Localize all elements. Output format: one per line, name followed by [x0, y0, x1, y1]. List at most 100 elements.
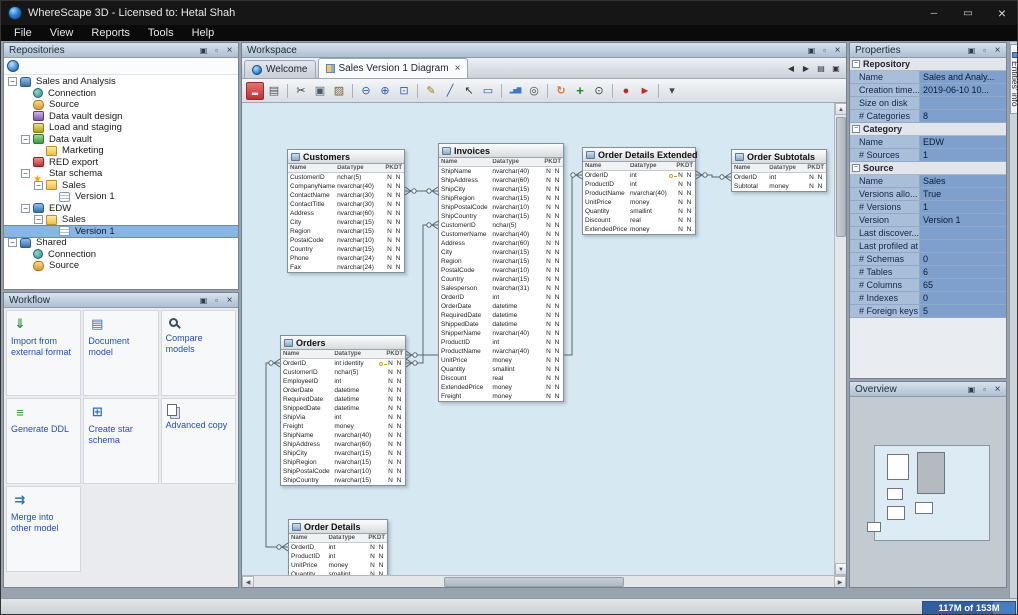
property-section-category[interactable]: Category	[850, 123, 1006, 136]
layout-grid-icon[interactable]	[829, 62, 843, 76]
horizontal-scroll-thumb[interactable]	[444, 577, 624, 587]
tree-expander-icon[interactable]	[8, 238, 17, 247]
tree-expander-icon[interactable]	[21, 204, 30, 213]
lens-icon[interactable]	[525, 82, 543, 100]
workflow-compare-models[interactable]: Compare models	[161, 310, 236, 396]
menu-tools[interactable]: Tools	[139, 25, 183, 41]
table-header[interactable]: Customers	[288, 150, 404, 164]
property-row[interactable]: # Categories8	[850, 110, 1006, 123]
property-row[interactable]: Versions allo...True	[850, 188, 1006, 201]
minimap-viewport[interactable]	[874, 445, 990, 541]
tree-item-edw[interactable]: EDW	[4, 203, 238, 215]
property-row[interactable]: NameEDW	[850, 136, 1006, 149]
memory-indicator[interactable]: 117M of 153M	[922, 601, 1016, 615]
table-header[interactable]: Order Details Extended	[583, 148, 695, 162]
dock-icon[interactable]	[198, 295, 209, 306]
collapse-icon[interactable]	[852, 164, 860, 172]
tree-item-sales[interactable]: Sales	[4, 214, 238, 226]
scroll-down-icon[interactable]: ▼	[835, 563, 846, 575]
entities-info-tab[interactable]: Entities' info	[1010, 44, 1018, 114]
panel-close-icon[interactable]	[832, 45, 843, 56]
scroll-right-icon[interactable]: ▶	[834, 576, 846, 587]
tab-welcome[interactable]: Welcome	[244, 60, 316, 78]
tree-expander-icon[interactable]	[34, 181, 43, 190]
zoom-out-icon[interactable]	[357, 82, 375, 100]
property-section-repository[interactable]: Repository	[850, 58, 1006, 71]
refresh-icon[interactable]	[7, 60, 19, 72]
overview-minimap[interactable]	[850, 397, 1006, 587]
table-header[interactable]: Invoices	[439, 144, 563, 158]
search-icon[interactable]	[590, 82, 608, 100]
line-icon[interactable]	[441, 82, 459, 100]
panel-close-icon[interactable]	[992, 45, 1003, 56]
record-icon[interactable]	[617, 82, 635, 100]
tree-item-connection[interactable]: Connection	[4, 249, 238, 261]
property-section-source[interactable]: Source	[850, 162, 1006, 175]
property-row[interactable]: Creation time...2019-06-10 10...	[850, 84, 1006, 97]
menu-file[interactable]: File	[5, 25, 41, 41]
horizontal-scrollbar[interactable]: ◀ ▶	[242, 575, 846, 587]
scroll-up-icon[interactable]: ▲	[835, 103, 846, 115]
frame-icon[interactable]	[479, 82, 497, 100]
collapse-icon[interactable]	[852, 125, 860, 133]
workflow-document-model[interactable]: Document model	[83, 310, 158, 396]
tree-item-marketing[interactable]: Marketing	[4, 145, 238, 157]
tree-item-source[interactable]: Source	[4, 260, 238, 272]
tree-item-red-export[interactable]: RED export	[4, 157, 238, 169]
tab-sales-version-1-diagram[interactable]: Sales Version 1 Diagram	[318, 58, 469, 78]
property-row[interactable]: # Indexes0	[850, 292, 1006, 305]
property-row[interactable]: VersionVersion 1	[850, 214, 1006, 227]
add-icon[interactable]	[571, 82, 589, 100]
panel-close-icon[interactable]	[224, 295, 235, 306]
property-row[interactable]: # Foreign keys5	[850, 305, 1006, 318]
workflow-generate-ddl[interactable]: Generate DDL	[6, 398, 81, 484]
float-icon[interactable]	[979, 45, 990, 56]
diagram-canvas[interactable]: CustomersNameDataTypePKDTCustomerIDnchar…	[242, 103, 834, 575]
nav-left-icon[interactable]	[784, 62, 798, 76]
property-row[interactable]: # Columns65	[850, 279, 1006, 292]
tab-close-icon[interactable]	[455, 63, 461, 74]
tree-expander-icon[interactable]	[21, 135, 30, 144]
diagram-table-order-subtotals[interactable]: Order SubtotalsNameDataTypePKDTOrderIDin…	[731, 149, 827, 192]
tree-item-star-schema[interactable]: Star schema	[4, 168, 238, 180]
workflow-merge-into-other-model[interactable]: Merge into other model	[6, 486, 81, 572]
table-header[interactable]: Order Details	[289, 520, 387, 534]
tree-item-source[interactable]: Source	[4, 99, 238, 111]
property-row[interactable]: # Versions1	[850, 201, 1006, 214]
property-row[interactable]: Last discover...	[850, 227, 1006, 240]
flag-icon[interactable]	[636, 82, 654, 100]
property-row[interactable]: NameSales	[850, 175, 1006, 188]
diagram-table-invoices[interactable]: InvoicesNameDataTypePKDTShipNamenvarchar…	[438, 143, 564, 402]
pencil-icon[interactable]	[422, 82, 440, 100]
property-row[interactable]: # Sources1	[850, 149, 1006, 162]
property-row[interactable]: # Schemas0	[850, 253, 1006, 266]
property-row[interactable]: Last profiled at	[850, 240, 1006, 253]
repositories-panel-header[interactable]: Repositories	[4, 43, 238, 58]
print-icon[interactable]	[265, 82, 283, 100]
minimize-icon[interactable]	[917, 1, 951, 25]
save-icon[interactable]	[246, 82, 264, 100]
scroll-left-icon[interactable]: ◀	[242, 576, 254, 587]
dock-icon[interactable]	[198, 45, 209, 56]
menu-reports[interactable]: Reports	[82, 25, 139, 41]
dock-icon[interactable]	[966, 384, 977, 395]
layout-list-icon[interactable]	[814, 62, 828, 76]
property-row[interactable]: Size on disk	[850, 97, 1006, 110]
float-icon[interactable]	[979, 384, 990, 395]
workflow-create-star-schema[interactable]: Create star schema	[83, 398, 158, 484]
tree-expander-icon[interactable]	[21, 169, 30, 178]
refresh-icon[interactable]	[552, 82, 570, 100]
tree-item-data-vault[interactable]: Data vault	[4, 134, 238, 146]
tree-item-load-and-staging[interactable]: Load and staging	[4, 122, 238, 134]
diagram-table-order-details[interactable]: Order DetailsNameDataTypePKDTOrderIDintN…	[288, 519, 388, 575]
tree-expander-icon[interactable]	[34, 215, 43, 224]
vertical-scroll-thumb[interactable]	[836, 117, 846, 237]
diagram-table-order-details-extended[interactable]: Order Details ExtendedNameDataTypePKDTOr…	[582, 147, 696, 235]
zoom-in-icon[interactable]	[376, 82, 394, 100]
property-row[interactable]: # Tables6	[850, 266, 1006, 279]
menu-help[interactable]: Help	[183, 25, 224, 41]
workspace-panel-header[interactable]: Workspace	[242, 43, 846, 58]
tree-item-connection[interactable]: Connection	[4, 88, 238, 100]
tree-item-data-vault-design[interactable]: Data vault design	[4, 111, 238, 123]
property-row[interactable]: NameSales and Analy...	[850, 71, 1006, 84]
